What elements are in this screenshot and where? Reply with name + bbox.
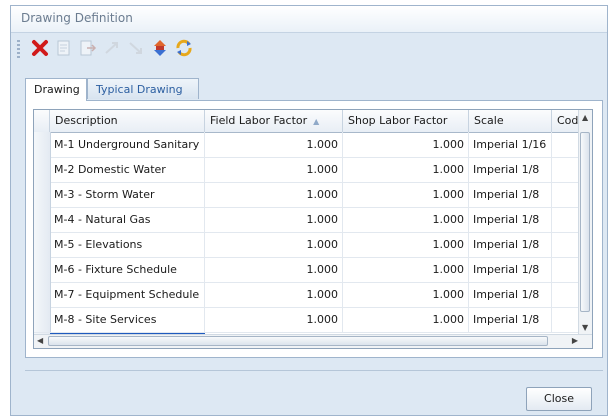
toolbar-grip[interactable] — [17, 40, 20, 58]
cell-description[interactable]: M-5 - Elevations — [50, 232, 205, 257]
cell-description[interactable]: M-3 - Storm Water — [50, 182, 205, 207]
cell-field-labor-factor[interactable]: 1.000 — [205, 157, 343, 182]
row-selector[interactable] — [34, 232, 51, 257]
scroll-down-icon[interactable]: ▼ — [582, 322, 588, 334]
tab-panel: Description Field Labor Factor ▲ Shop Lab… — [25, 100, 603, 358]
cell-shop-labor-factor[interactable]: 1.000 — [343, 132, 469, 157]
column-header-description[interactable]: Description — [50, 110, 205, 132]
row-selector[interactable] — [34, 157, 51, 182]
horizontal-scrollbar[interactable]: ◀ ▶ — [34, 334, 592, 348]
scroll-up-icon[interactable]: ▲ — [582, 112, 588, 124]
refresh-button[interactable] — [173, 37, 195, 59]
table-row[interactable]: M-4 - Natural Gas 1.000 1.000 Imperial 1/8 — [34, 207, 581, 233]
cell-scale[interactable]: Imperial 1/8 — [469, 307, 552, 332]
table-row[interactable]: M-3 - Storm Water 1.000 1.000 Imperial 1/8 — [34, 182, 581, 208]
tab-typical-drawing[interactable]: Typical Drawing — [87, 78, 199, 99]
row-selector[interactable] — [34, 282, 51, 307]
row-selector[interactable] — [34, 307, 51, 332]
cell-shop-labor-factor[interactable]: 1.000 — [343, 182, 469, 207]
cell-field-labor-factor[interactable]: 1.000 — [205, 307, 343, 332]
cell-description[interactable]: M-2 Domestic Water — [50, 157, 205, 182]
cell-shop-labor-factor[interactable]: 1.000 — [343, 282, 469, 307]
divider — [25, 370, 603, 371]
cell-scale[interactable]: Imperial 1/16 — [469, 132, 552, 157]
table-row[interactable]: M-1 Underground Sanitary 1.000 1.000 Imperi… — [34, 132, 581, 158]
move-icon — [105, 42, 118, 54]
grid-header: Description Field Labor Factor ▲ Shop Lab… — [34, 110, 592, 133]
table-row[interactable]: M-8 - Site Services 1.000 1.000 Imperial 1/… — [34, 307, 581, 333]
row-selector[interactable] — [34, 132, 51, 157]
close-button[interactable]: Close — [526, 387, 592, 411]
row-selector[interactable] — [34, 207, 51, 232]
cell-description[interactable]: M-4 - Natural Gas — [50, 207, 205, 232]
refresh-icon — [176, 39, 192, 57]
row-selector-header — [34, 110, 50, 132]
cell-description[interactable]: M-7 - Equipment Schedule — [50, 282, 205, 307]
column-label: Scale — [474, 114, 504, 127]
table-row[interactable]: M-5 - Elevations 1.000 1.000 Imperial 1/8 — [34, 232, 581, 258]
cell-scale[interactable]: Imperial 1/8 — [469, 257, 552, 282]
cell-field-labor-factor[interactable]: 1.000 — [205, 132, 343, 157]
document-icon — [57, 40, 70, 56]
cell-shop-labor-factor[interactable]: 1.000 — [343, 307, 469, 332]
cell-description[interactable]: M-6 - Fixture Schedule — [50, 257, 205, 282]
move-button[interactable] — [101, 37, 123, 59]
drawing-definition-window: Drawing Definition Drawing Typical Drawi… — [10, 5, 608, 416]
cell-shop-labor-factor[interactable]: 1.000 — [343, 157, 469, 182]
column-header-scale[interactable]: Scale — [469, 110, 552, 132]
export-icon — [80, 40, 97, 56]
window-title: Drawing Definition — [21, 11, 133, 25]
cell-shop-labor-factor[interactable]: 1.000 — [343, 207, 469, 232]
cell-scale[interactable]: Imperial 1/8 — [469, 232, 552, 257]
move-down-button[interactable] — [125, 37, 147, 59]
export-button[interactable] — [77, 37, 99, 59]
cell-field-labor-factor[interactable]: 1.000 — [205, 207, 343, 232]
cell-field-labor-factor[interactable]: 1.000 — [205, 232, 343, 257]
reorder-button[interactable] — [149, 37, 171, 59]
cell-field-labor-factor[interactable]: 1.000 — [205, 182, 343, 207]
cell-description[interactable]: M-8 - Site Services — [50, 307, 205, 332]
cell-scale[interactable]: Imperial 1/8 — [469, 207, 552, 232]
column-header-shop-labor-factor[interactable]: Shop Labor Factor — [343, 110, 469, 132]
cell-shop-labor-factor[interactable]: 1.000 — [343, 232, 469, 257]
cell-field-labor-factor[interactable]: 1.000 — [205, 282, 343, 307]
scroll-right-icon[interactable]: ▶ — [572, 335, 578, 347]
sort-ascending-icon: ▲ — [313, 117, 320, 126]
vertical-scroll-thumb[interactable] — [580, 132, 590, 312]
cell-shop-labor-factor[interactable]: 1.000 — [343, 257, 469, 282]
drawing-grid: Description Field Labor Factor ▲ Shop Lab… — [33, 109, 593, 349]
title-bar: Drawing Definition — [11, 6, 607, 33]
column-label: Description — [55, 114, 118, 127]
cell-description[interactable]: M-1 Underground Sanitary — [50, 132, 205, 157]
vertical-scrollbar[interactable]: ▲ ▼ — [578, 110, 592, 336]
column-label: Field Labor Factor — [210, 114, 308, 127]
table-row[interactable]: M-6 - Fixture Schedule 1.000 1.000 Imperial… — [34, 257, 581, 283]
scroll-left-icon[interactable]: ◀ — [37, 335, 43, 347]
row-selector[interactable] — [34, 182, 51, 207]
column-header-field-labor-factor[interactable]: Field Labor Factor ▲ — [205, 110, 343, 132]
column-label: Shop Labor Factor — [348, 114, 448, 127]
toolbar — [15, 36, 315, 62]
delete-icon — [32, 40, 48, 56]
cell-scale[interactable]: Imperial 1/8 — [469, 182, 552, 207]
tab-drawing[interactable]: Drawing — [25, 78, 87, 101]
delete-button[interactable] — [29, 37, 51, 59]
cell-scale[interactable]: Imperial 1/8 — [469, 157, 552, 182]
reorder-icon — [154, 40, 166, 56]
table-row[interactable]: M-2 Domestic Water 1.000 1.000 Imperial 1/8 — [34, 157, 581, 183]
new-document-button[interactable] — [53, 37, 75, 59]
horizontal-scroll-thumb[interactable] — [48, 336, 548, 346]
cell-scale[interactable]: Imperial 1/8 — [469, 282, 552, 307]
cell-field-labor-factor[interactable]: 1.000 — [205, 257, 343, 282]
table-row[interactable]: M-7 - Equipment Schedule 1.000 1.000 Imperi… — [34, 282, 581, 308]
move-down-icon — [129, 42, 142, 54]
row-selector[interactable] — [34, 257, 51, 282]
